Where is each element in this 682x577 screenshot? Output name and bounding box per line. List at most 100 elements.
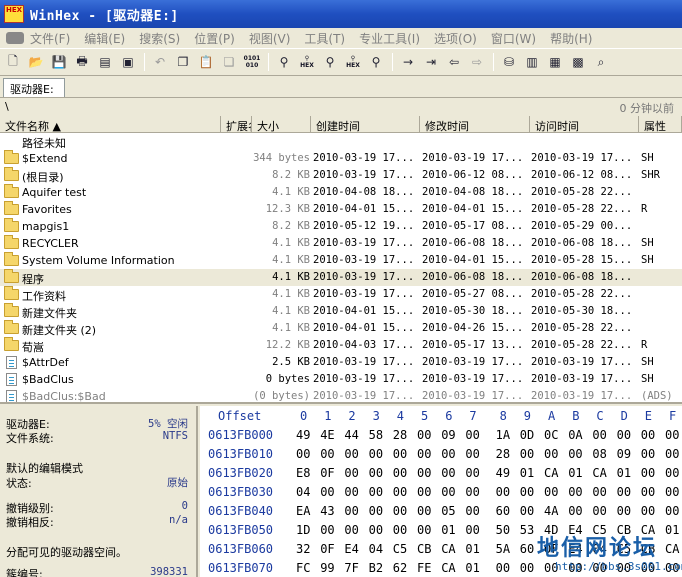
hex-byte[interactable]: 00 (441, 466, 461, 480)
column-size[interactable]: 大小 (252, 116, 311, 133)
hex-byte[interactable]: FC (296, 561, 316, 575)
hex-byte[interactable]: 00 (417, 447, 437, 461)
hex-byte[interactable]: 01 (568, 466, 588, 480)
hex-byte[interactable]: 00 (393, 523, 413, 537)
hex-byte[interactable]: 00 (592, 428, 612, 442)
hex-byte[interactable]: 00 (465, 466, 485, 480)
hex-byte[interactable]: 7F (344, 561, 364, 575)
undo-icon[interactable]: ↶ (151, 53, 169, 71)
column-accessed[interactable]: 访问时间 (530, 116, 639, 133)
hex-byte[interactable]: 00 (520, 485, 540, 499)
hex-byte[interactable]: 00 (641, 504, 661, 518)
hex-byte[interactable]: 00 (665, 504, 682, 518)
hex-row[interactable]: 0613FB030 04 00 00 00 00 00 00 00 00 00 00 00 00 00 00 0… (200, 483, 682, 502)
hex-byte[interactable]: 00 (417, 428, 437, 442)
hex-byte[interactable]: 50 (496, 523, 516, 537)
disk-tool-icon[interactable]: ▦ (546, 53, 564, 71)
hex-byte[interactable]: 4A (544, 504, 564, 518)
hex-byte[interactable]: 00 (465, 428, 485, 442)
hex-byte[interactable]: 00 (592, 485, 612, 499)
find-text-icon[interactable]: ⚲ (275, 53, 293, 71)
hex-byte[interactable]: 00 (568, 485, 588, 499)
hex-row[interactable]: 0613FB010 00 00 00 00 00 00 00 00 28 00 00 00 08 09 00 0… (200, 445, 682, 464)
forward-icon[interactable]: ⇨ (468, 53, 486, 71)
copy-icon[interactable]: ❐ (174, 53, 192, 71)
hex-byte[interactable]: 49 (296, 428, 316, 442)
hex-byte[interactable]: 00 (520, 561, 540, 575)
hex-byte[interactable]: 00 (544, 447, 564, 461)
hex-byte[interactable]: 00 (465, 485, 485, 499)
hex-byte[interactable]: E8 (296, 466, 316, 480)
hex-byte[interactable]: 00 (568, 447, 588, 461)
file-row[interactable]: $AttrDef 2.5 KB 2010-03-19 17... 2010-03-19… (0, 354, 682, 371)
hex-byte[interactable]: 62 (393, 561, 413, 575)
hex-byte[interactable]: 00 (641, 485, 661, 499)
hex-byte[interactable]: 01 (665, 523, 682, 537)
hex-byte[interactable]: 00 (496, 485, 516, 499)
save-icon[interactable]: 💾 (50, 53, 68, 71)
search-icon[interactable]: ⌕ (592, 53, 610, 71)
hex-byte[interactable]: 44 (344, 428, 364, 442)
paste-icon[interactable]: 📋 (197, 53, 215, 71)
column-filename[interactable]: 文件名称 ▲ (0, 116, 221, 133)
hex-byte[interactable]: 00 (369, 523, 389, 537)
hex-byte[interactable]: 00 (665, 466, 682, 480)
hex-byte[interactable]: E4 (344, 542, 364, 556)
file-row[interactable]: mapgis1 8.2 KB 2010-05-12 19... 2010-05-17 … (0, 218, 682, 235)
file-row[interactable]: System Volume Information 4.1 KB 2010-03-1… (0, 252, 682, 269)
menu-file[interactable]: 文件(F) (30, 30, 70, 47)
file-row[interactable]: $BadClus:$Bad (0 bytes) 2010-03-19 17... 20… (0, 388, 682, 402)
file-row[interactable]: 程序 4.1 KB 2010-03-19 17... 2010-06-08 18...… (0, 269, 682, 286)
hex-byte[interactable]: 00 (544, 485, 564, 499)
menu-window[interactable]: 窗口(W) (491, 30, 536, 47)
hex-byte[interactable]: 0F (320, 466, 340, 480)
file-row[interactable]: $BadClus 0 bytes 2010-03-19 17... 2010-03-1… (0, 371, 682, 388)
hex-byte[interactable]: 00 (369, 485, 389, 499)
hex-byte[interactable]: 5A (496, 542, 516, 556)
hex-byte[interactable]: CB (417, 542, 437, 556)
hex-byte[interactable]: 00 (465, 447, 485, 461)
hex-byte[interactable]: B2 (369, 561, 389, 575)
file-row[interactable]: 新建文件夹 (2) 4.1 KB 2010-04-01 15... 2010-04-2… (0, 320, 682, 337)
hex-byte[interactable]: CA (441, 542, 461, 556)
hex-byte[interactable]: 00 (344, 466, 364, 480)
hex-byte[interactable]: 00 (465, 523, 485, 537)
menu-edit[interactable]: 编辑(E) (84, 30, 125, 47)
hex-byte[interactable]: 00 (592, 504, 612, 518)
hex-byte[interactable]: 08 (592, 447, 612, 461)
hex-byte[interactable]: CA (665, 542, 682, 556)
hex-byte[interactable]: 28 (393, 428, 413, 442)
hex-byte[interactable]: 0D (520, 428, 540, 442)
hex-byte[interactable]: 00 (369, 466, 389, 480)
hex-byte[interactable]: 00 (496, 561, 516, 575)
drive-menu-icon[interactable] (6, 32, 24, 44)
directory-browser[interactable]: 文件名称 ▲ 扩展名 大小 创建时间 修改时间 访问时间 属性 路径未知 $Ext… (0, 116, 682, 404)
hex-byte[interactable]: 00 (393, 504, 413, 518)
menu-tools[interactable]: 工具(T) (304, 30, 345, 47)
back-icon[interactable]: ⇦ (445, 53, 463, 71)
replace-hex-icon[interactable]: ⚲ HEX (344, 53, 362, 71)
hex-byte[interactable]: 00 (296, 447, 316, 461)
hex-byte[interactable]: 00 (320, 523, 340, 537)
hex-byte[interactable]: 00 (320, 485, 340, 499)
hex-byte[interactable]: 00 (320, 447, 340, 461)
hex-byte[interactable]: 00 (520, 504, 540, 518)
open-disk-icon[interactable]: ▣ (119, 53, 137, 71)
hex-byte[interactable]: 04 (296, 485, 316, 499)
hex-byte[interactable]: 00 (417, 523, 437, 537)
hex-byte[interactable]: 01 (617, 466, 637, 480)
hex-byte[interactable]: 00 (665, 428, 682, 442)
hex-byte[interactable]: 00 (641, 466, 661, 480)
hex-byte[interactable]: 00 (617, 485, 637, 499)
properties-icon[interactable]: ▤ (96, 53, 114, 71)
column-created[interactable]: 创建时间 (311, 116, 420, 133)
column-extension[interactable]: 扩展名 (221, 116, 252, 133)
find-next-icon[interactable]: ⚲ (367, 53, 385, 71)
goto-offset-icon[interactable]: → (399, 53, 417, 71)
column-modified[interactable]: 修改时间 (420, 116, 530, 133)
column-attributes[interactable]: 属性 (639, 116, 682, 133)
file-row[interactable]: 路径未知 (0, 133, 682, 150)
hex-byte[interactable]: 1D (296, 523, 316, 537)
hex-byte[interactable]: 01 (441, 523, 461, 537)
hex-byte[interactable]: CA (441, 561, 461, 575)
